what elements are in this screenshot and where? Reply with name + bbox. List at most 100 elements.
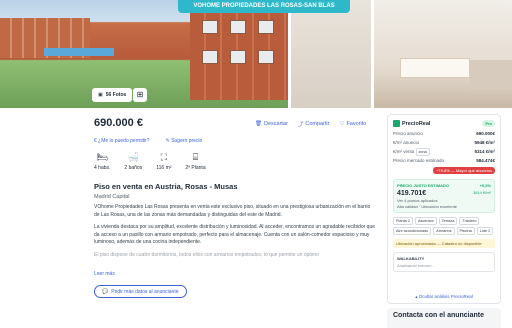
floor-icon: ⌸	[192, 152, 199, 162]
amenity-chip[interactable]: Terraza	[438, 217, 458, 225]
chevron-up-icon: ▴	[415, 294, 418, 299]
secondary-photo-2[interactable]	[374, 0, 512, 108]
share-label: Compartir	[305, 121, 330, 127]
feature-floor: ⌸ 2ª Planta	[185, 152, 205, 171]
row-value: 584.474€	[476, 158, 495, 163]
window	[202, 20, 218, 34]
feature-area: ⛶ 116 m²	[156, 152, 171, 171]
fair-price-note: Alta calidad · Ubicación excelente	[397, 204, 458, 209]
area-icon: ⛶	[160, 152, 167, 162]
amenity-chip[interactable]: Armarios	[433, 227, 455, 235]
walkability-value: Analizando entorno...	[397, 263, 435, 268]
heart-icon: ♡	[339, 121, 345, 127]
fair-price-value: 419.701€	[397, 190, 427, 197]
feature-label: 2ª Planta	[185, 165, 206, 171]
hide-analysis-link[interactable]: ▴ Ocultar análisis PrecioReal	[387, 294, 501, 300]
panel-row: Precio anuncio 690.000€	[393, 131, 495, 136]
affordability-link[interactable]: € ¿Me lo puedo permitir?	[94, 138, 150, 144]
listing-location: Madrid Capital	[94, 194, 130, 200]
feature-label: 116 m²	[156, 165, 172, 171]
pool	[44, 48, 114, 56]
bed-icon: 🛏	[96, 152, 108, 162]
listing-title: Piso en venta en Austria, Rosas - Musas	[94, 182, 238, 191]
window	[202, 50, 218, 64]
fair-price-per-m2: 3614 €/m²	[472, 190, 491, 195]
panel-brand: PrecioReal	[402, 120, 431, 127]
feature-label: 2 baños	[124, 165, 143, 171]
share-button[interactable]: ⤴ Compartir	[298, 120, 330, 128]
amenity-chip[interactable]: Planta 2	[393, 217, 413, 225]
read-more-link[interactable]: Leer más	[94, 271, 115, 277]
panel-row: Precio mercado estimado 584.474€	[393, 158, 495, 163]
amenity-chip[interactable]: Piscina	[456, 227, 475, 235]
description-paragraph: El piso dispone de cuatro dormitorios, t…	[94, 251, 319, 258]
hide-analysis-label: Ocultar análisis PrecioReal	[418, 294, 473, 299]
panel-row: €/m² anuncio 5948 €/m²	[393, 140, 495, 145]
feature-baths: 🛁 2 baños	[124, 152, 142, 171]
walkability-box: WALKABILITY Analizando entorno...	[393, 252, 495, 272]
precioreal-panel: PrecioReal Pro Precio anuncio 690.000€ €/…	[387, 114, 501, 304]
photos-count-label: 56 Fotos	[105, 92, 127, 98]
affordability-label: ¿Me lo puedo permitir?	[98, 138, 150, 144]
panel-row: €/m² venta zona 5314 €/m²	[393, 148, 495, 156]
row-value: 690.000€	[476, 131, 495, 136]
trash-icon: 🗑	[255, 121, 262, 127]
amenity-chip[interactable]: Ascensor	[414, 217, 437, 225]
zone-tag[interactable]: zona	[415, 148, 430, 156]
amenity-chips: Planta 2 Ascensor Terraza Trastero Aire …	[393, 217, 495, 235]
overprice-badge: +79,8% — Mayor que anuncios	[433, 167, 495, 174]
fair-price-header: PRECIO JUSTO ESTIMADO	[397, 183, 449, 188]
panel-row: +79,8% — Mayor que anuncios	[393, 167, 495, 174]
favorite-button[interactable]: ♡ Favorito	[340, 120, 367, 128]
photo-gallery[interactable]: VOHOME PROPIEDADES LAS ROSAS-SAN BLAS ▣ …	[0, 0, 512, 108]
fair-price-delta: +9,3%	[479, 183, 491, 188]
row-label: Precio anuncio	[393, 131, 423, 136]
listing-description: VOhome Propiedades Las Rosas presenta en…	[94, 204, 376, 265]
walkability-header: WALKABILITY	[397, 256, 425, 261]
agency-banner[interactable]: VOHOME PROPIEDADES LAS ROSAS-SAN BLAS	[178, 0, 350, 13]
camera-icon: ▣	[98, 92, 103, 98]
feature-label: 4 habs.	[94, 165, 111, 171]
window	[230, 20, 246, 34]
row-label: €/m² venta	[393, 149, 415, 154]
panel-header: PrecioReal Pro	[393, 120, 495, 127]
photos-count-button[interactable]: ▣ 56 Fotos	[92, 88, 133, 102]
discard-label: Descartar	[263, 121, 288, 127]
window	[258, 20, 274, 34]
ask-advertiser-button[interactable]: 💬 Pedir más datos al anunciante	[94, 285, 187, 298]
description-paragraph: La vivienda destaca por su amplitud, exc…	[94, 224, 376, 246]
secondary-photo[interactable]	[291, 0, 371, 108]
ask-advertiser-label: Pedir más datos al anunciante	[111, 288, 179, 295]
row-label: Precio mercado estimado	[393, 158, 445, 163]
location-warning: Ubicación aproximada — Catastro no dispo…	[393, 239, 495, 248]
favorite-label: Favorito	[346, 121, 367, 127]
suggest-price-label: Sugerir precio	[171, 138, 203, 144]
fair-price-note[interactable]: Ver 4 puntos aplicados	[397, 198, 491, 203]
chat-icon: 💬	[102, 288, 109, 295]
contact-advertiser-heading: Contacta con el anunciante	[387, 308, 501, 328]
amenity-chip[interactable]: Aire acondicionado	[393, 227, 432, 235]
feature-rooms: 🛏 4 habs.	[94, 152, 110, 171]
description-paragraph: VOhome Propiedades Las Rosas presenta en…	[94, 204, 371, 218]
window	[258, 50, 274, 64]
window	[230, 50, 246, 64]
building-right	[190, 10, 288, 100]
price-links: € ¿Me lo puedo permitir? ✎ Sugerir preci…	[94, 138, 202, 144]
share-icon: ⤴	[297, 122, 304, 128]
amenity-chip[interactable]: Lote 2	[476, 227, 494, 235]
amenity-chip[interactable]: Trastero	[459, 217, 480, 225]
fair-price-box: PRECIO JUSTO ESTIMADO +9,3% 419.701€ 3614 …	[393, 179, 495, 213]
listing-price: 690.000 €	[94, 117, 143, 129]
property-features: 🛏 4 habs. 🛁 2 baños ⛶ 116 m² ⌸ 2ª Planta	[94, 152, 206, 171]
discard-button[interactable]: 🗑 Descartar	[255, 120, 288, 128]
row-label: €/m² anuncio	[393, 140, 420, 145]
pro-badge: Pro	[482, 120, 495, 127]
table	[400, 58, 470, 78]
precioreal-logo-icon	[393, 120, 400, 127]
gallery-grid-icon[interactable]: ⊞	[133, 88, 147, 102]
row-value: 5948 €/m²	[474, 140, 495, 145]
sofa	[470, 60, 512, 90]
suggest-price-link[interactable]: ✎ Sugerir precio	[166, 138, 203, 144]
listing-actions: 🗑 Descartar ⤴ Compartir ♡ Favorito	[255, 120, 366, 128]
bath-icon: 🛁	[127, 152, 139, 162]
